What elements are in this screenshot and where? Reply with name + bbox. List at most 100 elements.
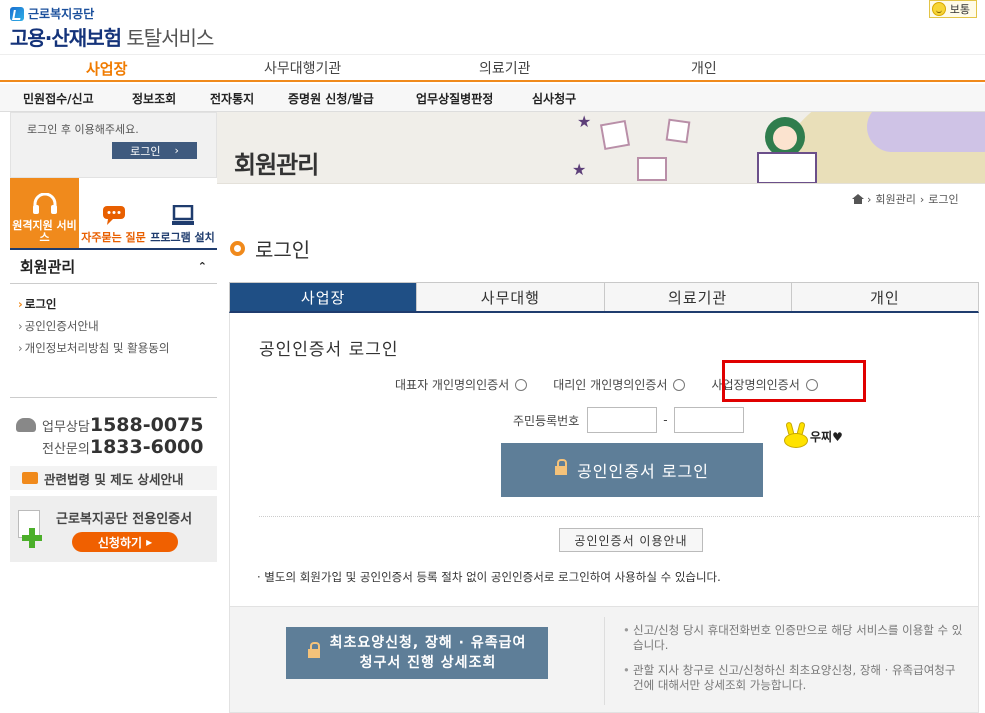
banner-decoration — [867, 112, 985, 152]
quick-link-label: 자주묻는 질문 — [81, 231, 146, 244]
tab-agency[interactable]: 사무대행 — [417, 283, 605, 311]
sub-nav-notice[interactable]: 전자통지 — [210, 90, 254, 107]
radio-representative[interactable]: 대표자 개인명의인증서 — [395, 376, 528, 393]
page-title: 회원관리 — [234, 151, 319, 179]
sidebar-menu-header[interactable]: 회원관리 ⌃ — [10, 248, 217, 284]
law-book-icon — [22, 472, 38, 484]
phone-label: 전산문의 — [42, 442, 90, 457]
chevron-right-icon: › — [18, 319, 23, 333]
sub-nav-certificate[interactable]: 증명원 신청/발급 — [288, 90, 374, 107]
cert-apply-button[interactable]: 신청하기 ▸ — [72, 532, 178, 552]
sub-nav-info[interactable]: 정보조회 — [132, 90, 176, 107]
law-link-label: 관련법령 및 제도 상세안내 — [44, 471, 184, 487]
claim-status-line: 최초요양신청, 장해 · 유족급여 — [329, 635, 527, 651]
divider — [259, 516, 980, 517]
login-note: · 별도의 회원가입 및 공인인증서 등록 절차 없이 공인인증서로 로그인하여… — [257, 570, 721, 584]
sub-nav-disease[interactable]: 업무상질병판정 — [416, 90, 493, 107]
sub-nav-appeal[interactable]: 심사청구 — [532, 90, 576, 107]
star-icon: ★ — [572, 160, 587, 179]
sidebar-login-label: 로그인 — [130, 144, 161, 158]
org-logo-icon — [10, 6, 24, 21]
quick-link-remote-support[interactable]: 원격지원 서비스 — [10, 178, 79, 248]
law-link[interactable]: 관련법령 및 제도 상세안내 — [10, 466, 217, 490]
smiley-icon — [931, 2, 946, 16]
bunny-label: 우찌♥ — [810, 429, 843, 444]
sub-nav-civil[interactable]: 민원접수/신고 — [23, 90, 94, 107]
chat-icon — [102, 206, 125, 225]
claim-info: 관할 지사 창구로 신고/신청하신 최초요양신청, 장해 · 유족급여청구건에 … — [623, 663, 963, 693]
main-nav-medical[interactable]: 의료기관 — [479, 58, 531, 78]
radio-button[interactable] — [515, 378, 528, 391]
cert-guide-button[interactable]: 공인인증서 이용안내 — [559, 528, 703, 552]
service-title-light: 토탈서비스 — [126, 26, 214, 50]
breadcrumb-item[interactable]: 로그인 — [928, 191, 958, 207]
breadcrumb-item[interactable]: 회원관리 — [875, 191, 915, 207]
claim-status-line: 청구서 진행 상세조회 — [359, 655, 497, 671]
cert-promo: 근로복지공단 전용인증서 신청하기 ▸ — [10, 496, 217, 562]
home-icon[interactable] — [852, 194, 864, 204]
chevron-right-icon: › — [867, 192, 872, 206]
radio-button[interactable] — [673, 378, 686, 391]
sidebar-item-cert-guide[interactable]: › 공인인증서안내 — [18, 318, 209, 334]
login-message: 로그인 후 이용해주세요. — [27, 123, 139, 136]
cert-login-button[interactable]: 공인인증서 로그인 — [501, 443, 763, 497]
ssn-row: 주민등록번호 - — [513, 407, 744, 433]
tab-personal[interactable]: 개인 — [791, 283, 978, 311]
sidebar-menu-title: 회원관리 — [20, 258, 76, 276]
plus-icon — [22, 528, 42, 548]
section-title: 로그인 — [230, 234, 310, 263]
bunny-icon — [784, 421, 808, 448]
ssn-front-input[interactable] — [587, 407, 658, 433]
sidebar-login-button[interactable]: 로그인 › — [112, 142, 197, 159]
radio-agent[interactable]: 대리인 개인명의인증서 — [553, 376, 686, 393]
sidebar-item-privacy[interactable]: › 개인정보처리방침 및 활용동의 — [18, 340, 209, 356]
telephone-icon — [16, 418, 36, 432]
cert-login-title: 공인인증서 로그인 — [259, 340, 399, 360]
radio-label: 대표자 개인명의인증서 — [395, 378, 510, 392]
claim-status-section: 최초요양신청, 장해 · 유족급여청구서 진행 상세조회 신고/신청 당시 휴대… — [229, 607, 979, 713]
chevron-right-icon: › — [18, 297, 23, 311]
mood-label: 보통 — [949, 3, 970, 16]
music-frame-icon — [665, 118, 691, 144]
quick-links: 원격지원 서비스 자주묻는 질문 프로그램 설치 — [10, 178, 217, 248]
main-nav-agency[interactable]: 사무대행기관 — [264, 58, 341, 78]
claim-status-button[interactable]: 최초요양신청, 장해 · 유족급여청구서 진행 상세조회 — [286, 627, 548, 679]
tab-medical[interactable]: 의료기관 — [604, 283, 792, 311]
sidebar-item-label: 개인정보처리방침 및 활용동의 — [24, 341, 170, 355]
chevron-up-icon: ⌃ — [197, 260, 207, 273]
user-type-tabs: 사업장 사무대행 의료기관 개인 — [229, 282, 979, 313]
star-icon: ★ — [577, 112, 592, 131]
mood-badge[interactable]: 보통 — [928, 0, 977, 18]
phone-number: 1833-6000 — [89, 436, 204, 458]
ssn-dash: - — [663, 413, 668, 427]
laptop-illustration — [757, 152, 817, 183]
character-illustration — [773, 126, 797, 150]
phone-consult: 업무상담1588-0075 — [42, 414, 204, 436]
login-panel: 공인인증서 로그인 대표자 개인명의인증서 대리인 개인명의인증서 사업장명의인… — [229, 313, 980, 607]
monitor-icon — [171, 205, 194, 225]
quick-link-faq[interactable]: 자주묻는 질문 — [79, 178, 148, 248]
play-circle-icon: ▸ — [146, 535, 153, 549]
main-nav-personal[interactable]: 개인 — [691, 58, 717, 78]
tab-workplace[interactable]: 사업장 — [230, 283, 418, 311]
ssn-back-input[interactable] — [673, 407, 744, 433]
divider — [604, 617, 605, 705]
cert-login-label: 공인인증서 로그인 — [577, 462, 709, 481]
phone-label: 업무상담 — [42, 420, 90, 435]
section-title-text: 로그인 — [255, 238, 311, 262]
main-nav: 사업장 사무대행기관 의료기관 개인 — [0, 54, 985, 82]
sidebar-item-label: 로그인 — [24, 297, 57, 311]
headset-icon — [32, 193, 57, 214]
sidebar-login-box: 로그인 후 이용해주세요. 로그인 › — [10, 112, 217, 178]
sidebar-item-login[interactable]: › 로그인 — [18, 296, 209, 312]
sidebar-item-label: 공인인증서안내 — [24, 319, 99, 333]
service-title[interactable]: 고용·산재보험 토탈서비스 — [10, 22, 214, 51]
radio-label: 대리인 개인명의인증서 — [553, 378, 668, 392]
org-logo[interactable]: 근로복지공단 — [10, 5, 94, 22]
cert-promo-title: 근로복지공단 전용인증서 — [56, 512, 193, 527]
org-name: 근로복지공단 — [28, 7, 95, 21]
main-nav-workplace[interactable]: 사업장 — [86, 58, 127, 79]
quick-link-program-install[interactable]: 프로그램 설치 — [148, 178, 217, 248]
chevron-right-icon: › — [18, 341, 23, 355]
header: 근로복지공단 고용·산재보험 토탈서비스 보통 — [0, 0, 985, 54]
